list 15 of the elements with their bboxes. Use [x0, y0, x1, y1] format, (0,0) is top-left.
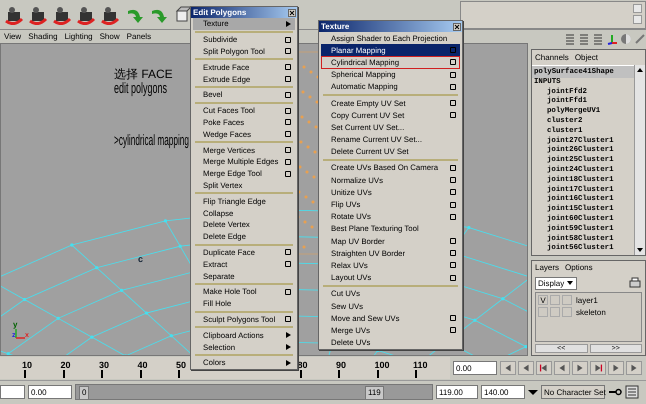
- viewport-note: >cylindrical mapping: [114, 132, 189, 149]
- ruler-label: 100: [374, 360, 390, 370]
- ruler-label: 50: [176, 360, 186, 370]
- menu-title: Edit Polygons: [193, 8, 246, 17]
- axis-label: y: [13, 320, 18, 329]
- ruler-label: 10: [22, 360, 32, 370]
- viewport-note: edit polygons: [114, 80, 168, 97]
- ruler-label: 20: [60, 360, 71, 370]
- viewport-marker: c: [138, 254, 144, 264]
- ruler-label: 40: [138, 360, 148, 370]
- ruler-label: 110: [413, 360, 428, 370]
- menu-title: Texture: [321, 22, 350, 31]
- viewport-note: 选择 FACE: [114, 66, 173, 82]
- ruler-label: 30: [99, 360, 110, 370]
- ruler-label: 90: [336, 360, 346, 370]
